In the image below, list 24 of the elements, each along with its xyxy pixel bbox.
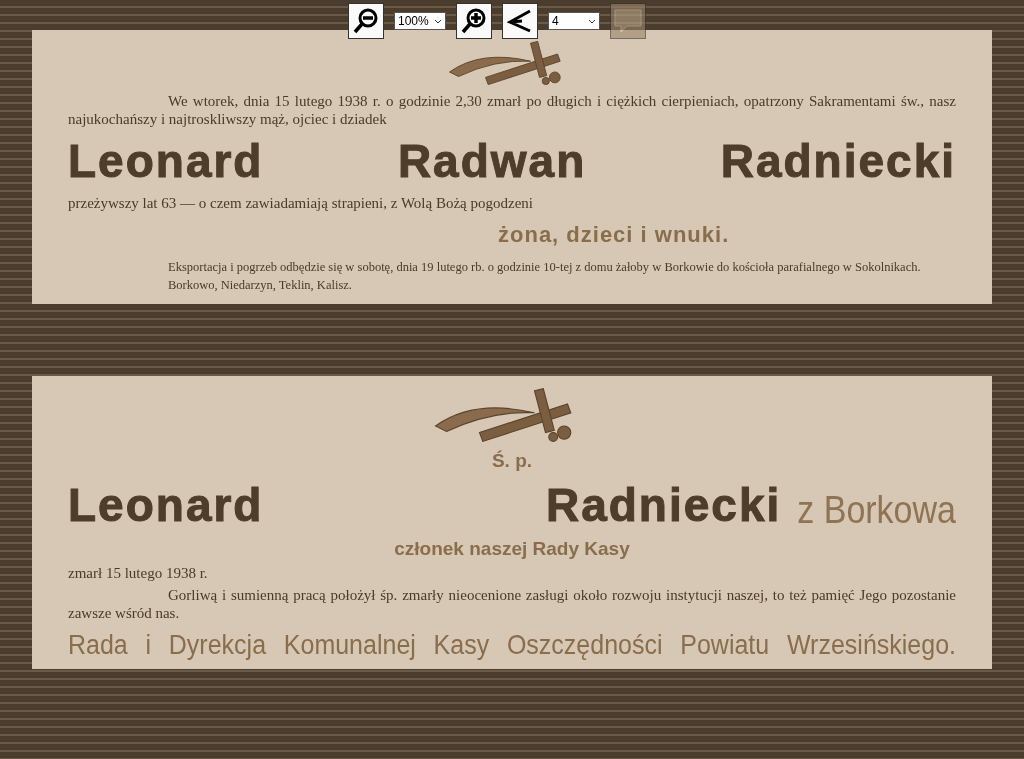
comment-button[interactable]	[610, 3, 646, 39]
zoom-out-icon	[352, 7, 380, 35]
heading: Ś. p.	[491, 450, 533, 472]
paragraph: zmarł 15 lutego 1938 r.	[68, 564, 209, 582]
page-select[interactable]: 4	[548, 12, 600, 30]
paragraph: Gorliwą i sumienną pracą położył śp. zmarły nieocenione zasługi około rozwoju instytucji naszej, to też pamięć Jego pozostanie zawsze wśród nas.	[68, 586, 956, 622]
caret-icon	[588, 18, 596, 24]
institution-signature: Rada i Dyrekcja Komunalnej Kasy Oszczędności Powiatu Wrzesińskiego.	[68, 628, 956, 661]
speech-bubble-icon	[613, 8, 643, 34]
deceased-name: Leonard Radwan Radniecki	[68, 134, 956, 188]
zoom-out-button[interactable]	[348, 3, 384, 39]
paragraph: We wtorek, dnia 15 lutego 1938 r. o godzinie 2,30 zmarł po długich i ciężkich cierpieniach, opatrzony Sakramentami św., nasz najukochańszy i najtroskliwszy mąż, ojciec i dziadek	[68, 92, 956, 128]
heading: członek naszej Rady Kasy	[394, 538, 630, 560]
caret-icon	[434, 18, 442, 24]
mourners-signature: żona, dzieci i wnuki.	[498, 222, 731, 248]
zoom-in-icon	[460, 7, 488, 35]
place-name: z Borkowa	[797, 487, 956, 532]
paragraph: przeżywszy lat 63 — o czem zawiadamiają strapieni, z Wolą Bożą pogodzeni	[68, 194, 534, 212]
deceased-name: Leonard Radniecki	[68, 478, 782, 532]
zoom-select[interactable]: 100%	[394, 12, 446, 30]
back-button[interactable]	[502, 3, 538, 39]
zoom-in-button[interactable]	[456, 3, 492, 39]
paragraph: Borkowo, Niedarzyn, Teklin, Kalisz.	[167, 278, 353, 292]
paragraph: Eksportacja i pogrzeb odbędzie się w sobotę, dnia 19 lutego rb. o godzinie 10-tej z domu żałoby w Borkowie do kościoła parafialnego w Sokolnikach.	[167, 260, 922, 274]
